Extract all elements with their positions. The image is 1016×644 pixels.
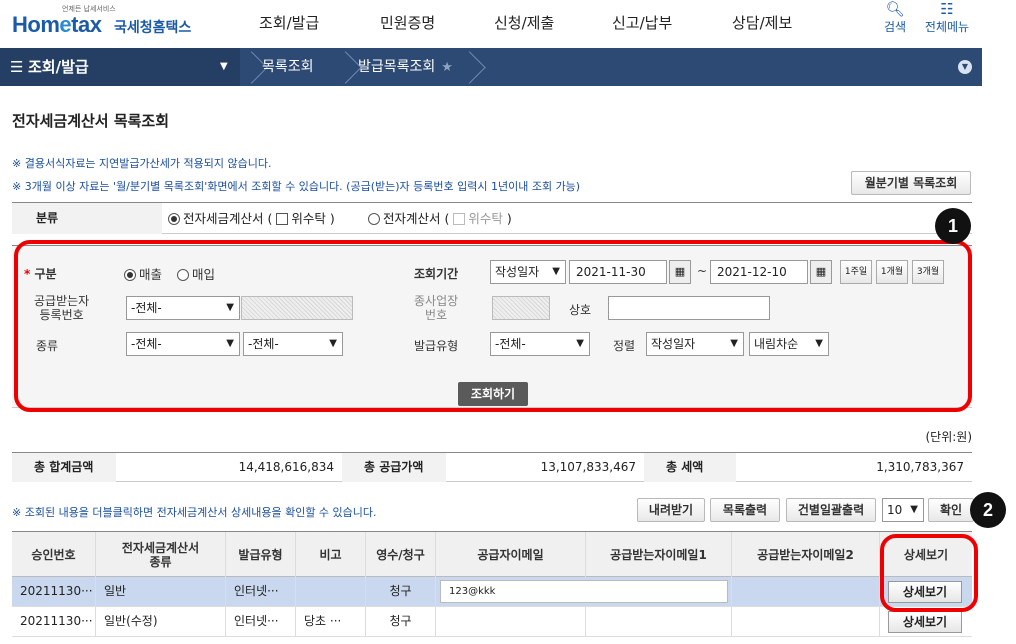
cell-note: 당초 ··· bbox=[296, 607, 366, 636]
col-issue-type[interactable]: 발급유형 bbox=[226, 532, 296, 577]
breadcrumb-list-inquiry[interactable]: 목록조회 bbox=[262, 48, 314, 86]
col-kind[interactable]: 전자세금계산서 종류 bbox=[96, 532, 226, 577]
bulk-print-button[interactable]: 건별일괄출력 bbox=[786, 498, 876, 522]
notice-2: ※ 3개월 이상 자료는 '월/분기별 목록조회'화면에서 조회할 수 있습니다… bbox=[12, 180, 581, 193]
radio-unselected-icon bbox=[368, 213, 380, 225]
classification-row: 분류 전자세금계산서 ( 위수탁 ) 전자계산서 ( 위수탁 ) bbox=[12, 202, 972, 234]
annotation-box-1 bbox=[14, 240, 972, 412]
e-tax-invoice-radio[interactable]: 전자세금계산서 ( 위수탁 ) bbox=[168, 203, 335, 234]
col-supplier-email[interactable]: 공급자이메일 bbox=[436, 532, 586, 577]
breadcrumb-separator bbox=[470, 48, 484, 86]
dropdown-arrow-icon: ▼ bbox=[220, 61, 228, 72]
totals-row: 총 합계금액 14,418,616,834 총 공급가액 13,107,833,… bbox=[12, 452, 972, 482]
cell-approval: 20211130··· bbox=[12, 607, 96, 636]
cell-receipt: 청구 bbox=[366, 607, 436, 636]
total-tax-value: 1,310,783,367 bbox=[876, 460, 964, 474]
print-list-button[interactable]: 목록출력 bbox=[710, 498, 780, 522]
total-supply-value: 13,107,833,467 bbox=[540, 460, 636, 474]
confirm-button[interactable]: 확인 bbox=[928, 498, 974, 522]
classification-label: 분류 bbox=[12, 203, 162, 234]
col-approval[interactable]: 승인번호 bbox=[12, 532, 96, 577]
cell-approval: 20211130··· bbox=[12, 577, 96, 606]
cell-kind: 일반(수정) bbox=[96, 607, 226, 636]
nav-consult[interactable]: 상담/제보 bbox=[732, 12, 792, 33]
total-supply-label: 총 공급가액 bbox=[342, 453, 446, 482]
e-invoice-radio[interactable]: 전자계산서 ( 위수탁 ) bbox=[368, 203, 512, 234]
col-note[interactable]: 비고 bbox=[296, 532, 366, 577]
monthly-list-button[interactable]: 월분기별 목록조회 bbox=[851, 171, 971, 195]
star-icon[interactable]: ★ bbox=[441, 60, 453, 75]
supplier-email-edit[interactable]: 123@kkk bbox=[440, 580, 728, 603]
annotation-marker-2: 2 bbox=[970, 492, 1006, 528]
download-button[interactable]: 내려받기 bbox=[637, 498, 705, 522]
cell-kind: 일반 bbox=[96, 577, 226, 606]
chevron-down-icon: ▼ bbox=[910, 504, 918, 515]
cell-receiver-email-1 bbox=[586, 607, 732, 636]
detail-button[interactable]: 상세보기 bbox=[888, 611, 962, 633]
cell-receiver-email-2 bbox=[732, 607, 880, 636]
col-receipt[interactable]: 영수/청구 bbox=[366, 532, 436, 577]
nav-civil-certificate[interactable]: 민원증명 bbox=[380, 12, 435, 33]
cell-receiver-email-2 bbox=[732, 577, 880, 606]
cell-issue-type: 인터넷··· bbox=[226, 577, 296, 606]
table-row[interactable]: 20211130··· 일반 인터넷··· 청구 123@kkk 상세보기 bbox=[12, 577, 972, 607]
page-size-select[interactable]: 10 ▼ bbox=[882, 498, 924, 522]
cell-receipt: 청구 bbox=[366, 577, 436, 606]
cell-supplier-email bbox=[436, 607, 586, 636]
page-title: 전자세금계산서 목록조회 bbox=[12, 112, 170, 130]
list-notice: ※ 조회된 내용을 더블클릭하면 전자세금계산서 상세내용을 확인할 수 있습니… bbox=[12, 506, 377, 519]
breadcrumb: ☰ 조회/발급 ▼ 목록조회 발급목록조회 ★ ▼ bbox=[0, 48, 982, 86]
cell-note bbox=[296, 577, 366, 606]
breadcrumb-issue-list[interactable]: 발급목록조회 ★ bbox=[358, 48, 453, 86]
nav-report-pay[interactable]: 신고/납부 bbox=[612, 12, 672, 33]
table-row[interactable]: 20211130··· 일반(수정) 인터넷··· 당초 ··· 청구 상세보기 bbox=[12, 607, 972, 637]
hamburger-icon: ☰ bbox=[10, 58, 24, 76]
annotation-marker-1: 1 bbox=[935, 208, 971, 244]
table-header: 승인번호 전자세금계산서 종류 발급유형 비고 영수/청구 공급자이메일 공급받… bbox=[12, 531, 972, 577]
radio-selected-icon bbox=[168, 213, 180, 225]
total-tax-label: 총 세액 bbox=[644, 453, 736, 482]
consignment-checkbox-disabled bbox=[453, 213, 466, 225]
search-link[interactable]: 🔍︎ 검색 bbox=[870, 0, 920, 35]
total-amount-label: 총 합계금액 bbox=[12, 453, 116, 482]
search-icon: 🔍︎ bbox=[885, 0, 905, 18]
all-menu-link[interactable]: ☷ 전체메뉴 bbox=[922, 0, 972, 35]
col-receiver-email-1[interactable]: 공급받는자이메일1 bbox=[586, 532, 732, 577]
annotation-box-2 bbox=[880, 534, 978, 612]
breadcrumb-menu-dropdown[interactable]: ☰ 조회/발급 ▼ bbox=[0, 48, 240, 86]
total-amount-value: 14,418,616,834 bbox=[238, 460, 334, 474]
grid-menu-icon: ☷ bbox=[940, 0, 954, 18]
consignment-checkbox[interactable] bbox=[276, 213, 289, 225]
chevron-down-icon[interactable]: ▼ bbox=[958, 60, 972, 74]
col-receiver-email-2[interactable]: 공급받는자이메일2 bbox=[732, 532, 880, 577]
nav-application[interactable]: 신청/제출 bbox=[494, 12, 554, 33]
notice-1: ※ 결용서식자료는 지연발급가산세가 적용되지 않습니다. bbox=[12, 157, 272, 170]
top-nav: 조회/발급 민원증명 신청/제출 신고/납부 상담/제보 bbox=[0, 12, 1016, 34]
cell-issue-type: 인터넷··· bbox=[226, 607, 296, 636]
nav-inquiry-issue[interactable]: 조회/발급 bbox=[259, 12, 319, 33]
unit-label: (단위:원) bbox=[925, 430, 972, 444]
cell-supplier-email-wrap: 123@kkk bbox=[436, 577, 732, 606]
